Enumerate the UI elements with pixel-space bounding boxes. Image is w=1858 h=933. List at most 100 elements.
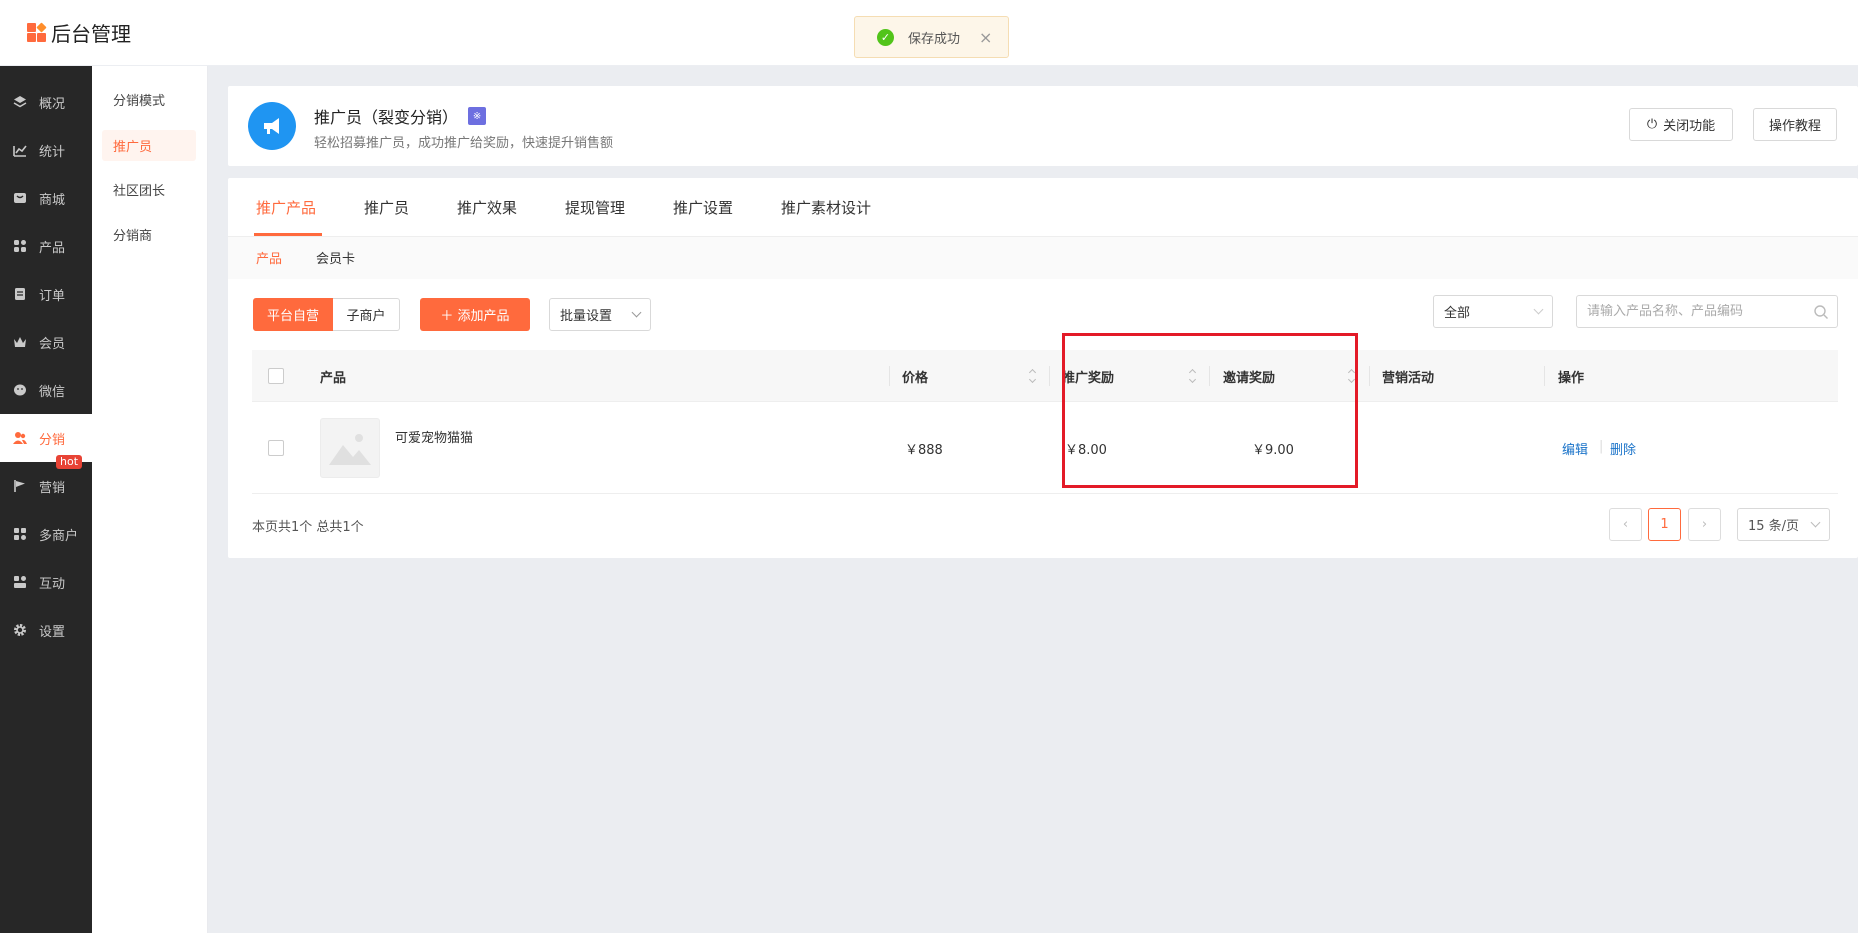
prev-page-button[interactable]: ‹ xyxy=(1609,508,1642,541)
feature-header-card: 推广员（裂变分销） ※ 轻松招募推广员，成功推广给奖励，快速提升销售额 ⏻ 关闭… xyxy=(228,86,1858,166)
sidebar-item-label: 统计 xyxy=(39,144,66,160)
sidebar-item-label: 设置 xyxy=(39,624,66,640)
users-icon xyxy=(12,430,28,446)
sidebar-item-orders[interactable]: 订单 xyxy=(0,270,92,318)
sidebar-item-label: 产品 xyxy=(39,240,66,256)
page-title: 推广员（裂变分销） xyxy=(314,108,459,127)
page-1-button[interactable]: 1 xyxy=(1648,508,1681,541)
col-marketing-activity: 营销活动 xyxy=(1382,371,1435,386)
col-product: 产品 xyxy=(320,371,347,386)
row-checkbox[interactable] xyxy=(268,440,284,456)
add-product-button[interactable]: ＋ 添加产品 xyxy=(420,298,530,331)
col-divider xyxy=(1544,366,1545,386)
main-sidebar: 概况 统计 商城 产品 订单 会员 微信 分销 hot 营销 多商户 互动 设置 xyxy=(0,66,92,933)
tab-promote-effect[interactable]: 推广效果 xyxy=(457,197,517,218)
logo-icon xyxy=(27,22,47,42)
image-placeholder-icon xyxy=(329,434,371,465)
chevron-down-icon xyxy=(1810,517,1821,528)
link-divider: | xyxy=(1599,439,1604,454)
tab-material-design[interactable]: 推广素材设计 xyxy=(781,197,871,218)
interact-icon xyxy=(12,574,28,590)
chevron-down-icon xyxy=(631,307,642,318)
close-feature-label: 关闭功能 xyxy=(1663,119,1716,134)
megaphone-icon xyxy=(248,102,296,150)
subnav-distribution-mode[interactable]: 分销模式 xyxy=(102,84,196,115)
sidebar-item-label: 会员 xyxy=(39,336,66,352)
table-row: 可爱宠物猫猫 ￥888 ￥8.00 ￥9.00 编辑 | 删除 xyxy=(252,402,1838,494)
sidebar-item-multi-merchant[interactable]: 多商户 xyxy=(0,510,92,558)
close-icon[interactable]: × xyxy=(979,28,992,47)
sidebar-item-label: 概况 xyxy=(39,96,66,112)
select-all-checkbox[interactable] xyxy=(268,368,284,384)
sidebar-item-label: 互动 xyxy=(39,576,66,592)
sidebar-item-products[interactable]: 产品 xyxy=(0,222,92,270)
col-operations: 操作 xyxy=(1558,371,1585,386)
order-icon xyxy=(12,286,28,302)
sort-icon[interactable] xyxy=(1189,366,1197,386)
subtab-member-card[interactable]: 会员卡 xyxy=(316,248,355,267)
sidebar-item-marketing[interactable]: hot 营销 xyxy=(0,455,92,510)
sidebar-item-label: 商城 xyxy=(39,192,66,208)
batch-settings-dropdown[interactable]: 批量设置 xyxy=(549,298,651,331)
sidebar-item-settings[interactable]: 设置 xyxy=(0,606,92,654)
col-invite-reward[interactable]: 邀请奖励 xyxy=(1223,367,1275,386)
sidebar-item-label: 分销 xyxy=(39,432,66,448)
platform-self-toggle[interactable]: 平台自营 xyxy=(253,298,333,331)
app-logo[interactable]: 后台管理 xyxy=(27,18,131,47)
sidebar-item-label: 多商户 xyxy=(39,528,79,544)
sort-icon[interactable] xyxy=(1348,366,1356,386)
sidebar-item-stats[interactable]: 统计 xyxy=(0,126,92,174)
next-page-button[interactable]: › xyxy=(1688,508,1721,541)
tab-promote-products[interactable]: 推广产品 xyxy=(256,197,316,218)
status-filter-value: 全部 xyxy=(1444,306,1471,321)
shop-icon xyxy=(12,190,28,206)
close-feature-button[interactable]: ⏻ 关闭功能 xyxy=(1629,108,1733,141)
promo-reward-value: ￥8.00 xyxy=(1065,443,1107,458)
flag-icon xyxy=(12,478,28,494)
subnav-promoter[interactable]: 推广员 xyxy=(102,130,196,161)
chart-icon xyxy=(12,142,28,158)
product-thumbnail xyxy=(320,418,380,478)
chevron-right-icon: › xyxy=(1701,517,1708,532)
product-search-box xyxy=(1576,295,1838,328)
hot-badge: hot xyxy=(56,455,83,469)
check-circle-icon: ✓ xyxy=(877,28,894,46)
status-filter-select[interactable]: 全部 xyxy=(1433,295,1553,328)
sidebar-item-wechat[interactable]: 微信 xyxy=(0,366,92,414)
product-name[interactable]: 可爱宠物猫猫 xyxy=(395,427,473,446)
subtab-products[interactable]: 产品 xyxy=(256,248,282,267)
sidebar-item-shop[interactable]: 商城 xyxy=(0,174,92,222)
app-title: 后台管理 xyxy=(51,22,131,46)
subtab-bar: 产品 会员卡 xyxy=(228,237,1858,279)
col-price[interactable]: 价格 xyxy=(902,367,928,386)
chevron-down-icon xyxy=(1533,304,1544,315)
search-input[interactable] xyxy=(1587,304,1807,319)
subnav-community-leader[interactable]: 社区团长 xyxy=(102,174,196,205)
tutorial-button[interactable]: 操作教程 xyxy=(1753,108,1837,141)
edit-link[interactable]: 编辑 xyxy=(1562,439,1588,458)
search-icon[interactable] xyxy=(1813,304,1829,320)
col-divider xyxy=(1369,366,1370,386)
feature-badge: ※ xyxy=(468,107,487,125)
batch-settings-label: 批量设置 xyxy=(560,309,613,324)
sidebar-item-label: 营销 xyxy=(39,480,66,496)
page-title-row: 推广员（裂变分销） ※ xyxy=(314,104,487,128)
delete-link[interactable]: 删除 xyxy=(1610,439,1636,458)
sidebar-item-members[interactable]: 会员 xyxy=(0,318,92,366)
sidebar-item-interaction[interactable]: 互动 xyxy=(0,558,92,606)
sort-icon[interactable] xyxy=(1029,366,1037,386)
chevron-left-icon: ‹ xyxy=(1622,517,1629,532)
invite-reward-value: ￥9.00 xyxy=(1252,443,1294,458)
sub-merchant-toggle[interactable]: 子商户 xyxy=(333,298,400,331)
tab-promoters[interactable]: 推广员 xyxy=(364,197,409,218)
table-header: 产品 价格 推广奖励 邀请奖励 营销活动 操作 xyxy=(252,350,1838,402)
tab-withdraw[interactable]: 提现管理 xyxy=(565,197,625,218)
sub-sidebar: 分销模式 推广员 社区团长 分销商 xyxy=(92,66,208,933)
col-promo-reward[interactable]: 推广奖励 xyxy=(1062,367,1114,386)
tab-promote-settings[interactable]: 推广设置 xyxy=(673,197,733,218)
page-size-select[interactable]: 15 条/页 xyxy=(1737,508,1830,541)
pagination-summary: 本页共1个 总共1个 xyxy=(252,520,364,535)
subnav-distributor[interactable]: 分销商 xyxy=(102,219,196,250)
gear-icon xyxy=(12,622,28,638)
sidebar-item-overview[interactable]: 概况 xyxy=(0,78,92,126)
